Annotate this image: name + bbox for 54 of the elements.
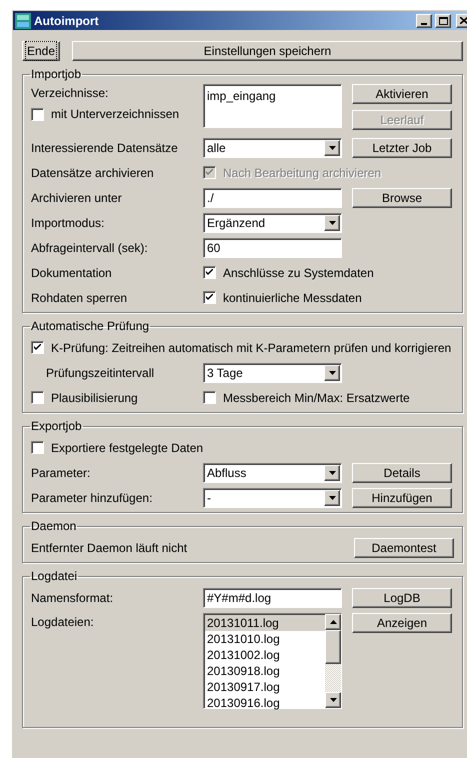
group-title: Importjob <box>30 66 82 83</box>
file-list[interactable]: 20131011.log 20131010.log 20131002.log 20130918.log 20130917.log 20130916.log <box>203 613 342 709</box>
field-label: Parameter: <box>31 464 90 482</box>
field-label: Interessierende Datensätze <box>31 140 178 156</box>
dropdown[interactable]: - <box>203 488 342 508</box>
dropdown[interactable]: alle <box>203 138 342 158</box>
list-item[interactable]: 20131011.log <box>205 615 325 631</box>
dropdown[interactable]: Abfluss <box>203 462 342 482</box>
text-field[interactable]: ./ <box>203 188 342 208</box>
dropdown[interactable]: 3 Tage <box>203 362 342 382</box>
push-button[interactable]: LogDB <box>352 588 452 608</box>
field-label: Prüfungszeitintervall <box>45 364 154 382</box>
push-button[interactable]: Aktivieren <box>352 84 452 104</box>
field-label: Rohdaten sperren <box>31 290 128 306</box>
checkbox-label: K-Prüfung: Zeitreihen automatisch mit K-Parametern prüfen und korrigieren <box>51 340 452 356</box>
list-item[interactable]: 20130916.log <box>205 695 325 711</box>
text-field[interactable]: #Y#m#d.log <box>203 588 342 608</box>
directory-field[interactable]: imp_eingang <box>203 84 342 128</box>
checkbox-label: mit Unterverzeichnissen <box>51 106 180 123</box>
checkbox-label: Messbereich Min/Max: Ersatzwerte <box>223 390 410 406</box>
field-label: Entfernter Daemon läuft nicht <box>31 540 188 554</box>
field-label: Dokumentation <box>31 264 112 282</box>
group-title: Logdatei <box>30 568 78 585</box>
checkbox-label: Nach Bearbeitung archivieren <box>223 164 382 182</box>
push-button[interactable]: Anzeigen <box>352 613 452 633</box>
text-field[interactable]: 60 <box>203 238 342 258</box>
field-label: Verzeichnisse: <box>31 85 110 102</box>
list-item[interactable]: 20130918.log <box>205 663 325 679</box>
list-item[interactable]: 20131010.log <box>205 631 325 647</box>
checkbox-label: Anschlüsse zu Systemdaten <box>223 264 374 282</box>
push-button[interactable]: Einstellungen speichern <box>72 41 463 61</box>
field-label: Archivieren unter <box>31 190 122 206</box>
checkbox-label: kontinuierliche Messdaten <box>223 290 362 306</box>
field-label: Abfrageintervall (sek): <box>31 240 148 256</box>
window-title: Autoimport <box>34 12 100 30</box>
field-label: Logdateien: <box>31 614 94 631</box>
push-button[interactable]: Browse <box>352 188 452 208</box>
list-item[interactable]: 20130917.log <box>205 679 325 695</box>
push-button[interactable]: Letzter Job <box>352 138 452 158</box>
checkbox-label: Exportiere festgelegte Daten <box>51 440 204 456</box>
push-button[interactable]: Hinzufügen <box>352 488 452 508</box>
push-button[interactable]: Daemontest <box>354 538 454 558</box>
field-label: Importmodus: <box>31 214 104 232</box>
push-button[interactable]: Details <box>352 462 452 482</box>
list-item[interactable]: 20131002.log <box>205 647 325 663</box>
push-button[interactable]: Ende <box>22 41 60 61</box>
group-title: Exportjob <box>30 418 83 435</box>
dropdown[interactable]: Ergänzend <box>203 212 342 232</box>
group-title: Daemon <box>30 518 78 535</box>
field-label: Datensätze archivieren <box>31 164 154 182</box>
field-label: Namensformat: <box>31 590 114 606</box>
group-title: Automatische Prüfung <box>30 318 150 335</box>
field-label: Parameter hinzufügen: <box>31 490 152 506</box>
checkbox-label: Plausibilisierung <box>51 390 138 406</box>
